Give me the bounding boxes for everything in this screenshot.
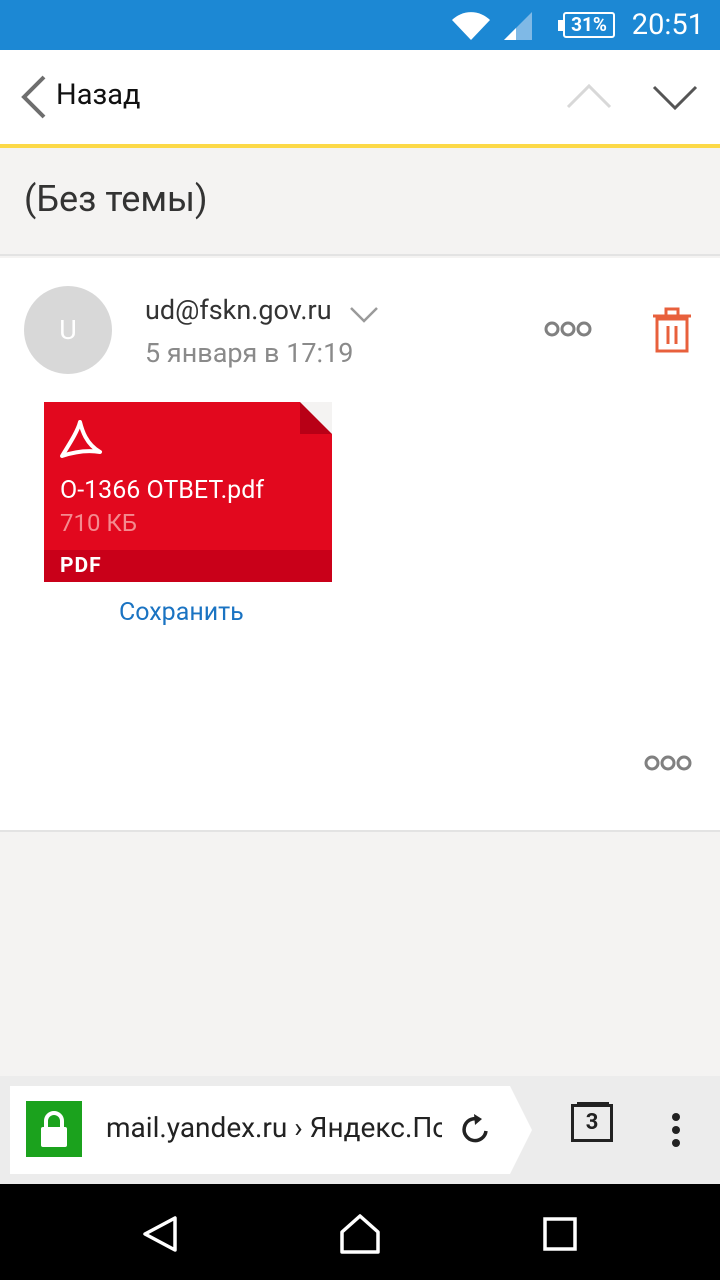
save-attachment-link[interactable]: Сохранить: [119, 598, 244, 627]
browser-bar: mail.yandex.ru › Яндекс.Почта 3: [0, 1076, 720, 1184]
message-subject: (Без темы): [24, 178, 208, 220]
page-fold: [300, 402, 332, 434]
signal-icon: [504, 12, 532, 40]
address-bar[interactable]: mail.yandex.ru › Яндекс.Почта: [10, 1086, 510, 1174]
expand-chevron-icon[interactable]: [349, 306, 379, 324]
menu-icon[interactable]: [670, 1112, 682, 1148]
back-chevron-icon: [21, 75, 46, 119]
subject-bar: (Без темы): [0, 148, 720, 256]
nav-back-icon[interactable]: [140, 1214, 180, 1254]
pdf-attachment[interactable]: О-1366 ОТВЕТ.pdf 710 КБ PDF: [44, 402, 332, 582]
nav-home-icon[interactable]: [338, 1212, 382, 1256]
top-nav: Назад: [0, 50, 720, 144]
url-text[interactable]: mail.yandex.ru › Яндекс.Почта: [106, 1111, 442, 1144]
message-card: U ud@fskn.gov.ru 5 января в 17:19 О-1366…: [0, 258, 720, 832]
message-date: 5 января в 17:19: [145, 337, 354, 369]
attachment-type-bar: PDF: [44, 550, 332, 582]
down-chevron-icon[interactable]: [652, 84, 698, 112]
back-label[interactable]: Назад: [56, 78, 140, 112]
more-icon[interactable]: [544, 320, 592, 338]
wifi-icon: [452, 12, 490, 40]
sender-email[interactable]: ud@fskn.gov.ru: [145, 294, 332, 326]
status-bar: 31% 20:51: [0, 0, 720, 50]
nav-recents-icon[interactable]: [542, 1216, 578, 1252]
attachment-size: 710 КБ: [60, 509, 137, 537]
avatar[interactable]: U: [24, 286, 112, 374]
battery-icon: 31%: [558, 12, 615, 38]
acrobat-icon: [60, 420, 102, 458]
reload-icon[interactable]: [460, 1112, 492, 1146]
trash-icon[interactable]: [650, 306, 694, 354]
address-bar-arrow: [510, 1086, 532, 1174]
clock: 20:51: [631, 8, 704, 42]
battery-level: 31%: [571, 13, 607, 36]
attachment-name: О-1366 ОТВЕТ.pdf: [60, 476, 265, 505]
system-nav-bar: [0, 1184, 720, 1280]
up-chevron-icon[interactable]: [566, 82, 612, 110]
more-icon[interactable]: [644, 754, 692, 772]
tabs-button[interactable]: 3: [571, 1104, 613, 1142]
lock-icon[interactable]: [26, 1101, 82, 1157]
attachment-type: PDF: [60, 554, 102, 578]
